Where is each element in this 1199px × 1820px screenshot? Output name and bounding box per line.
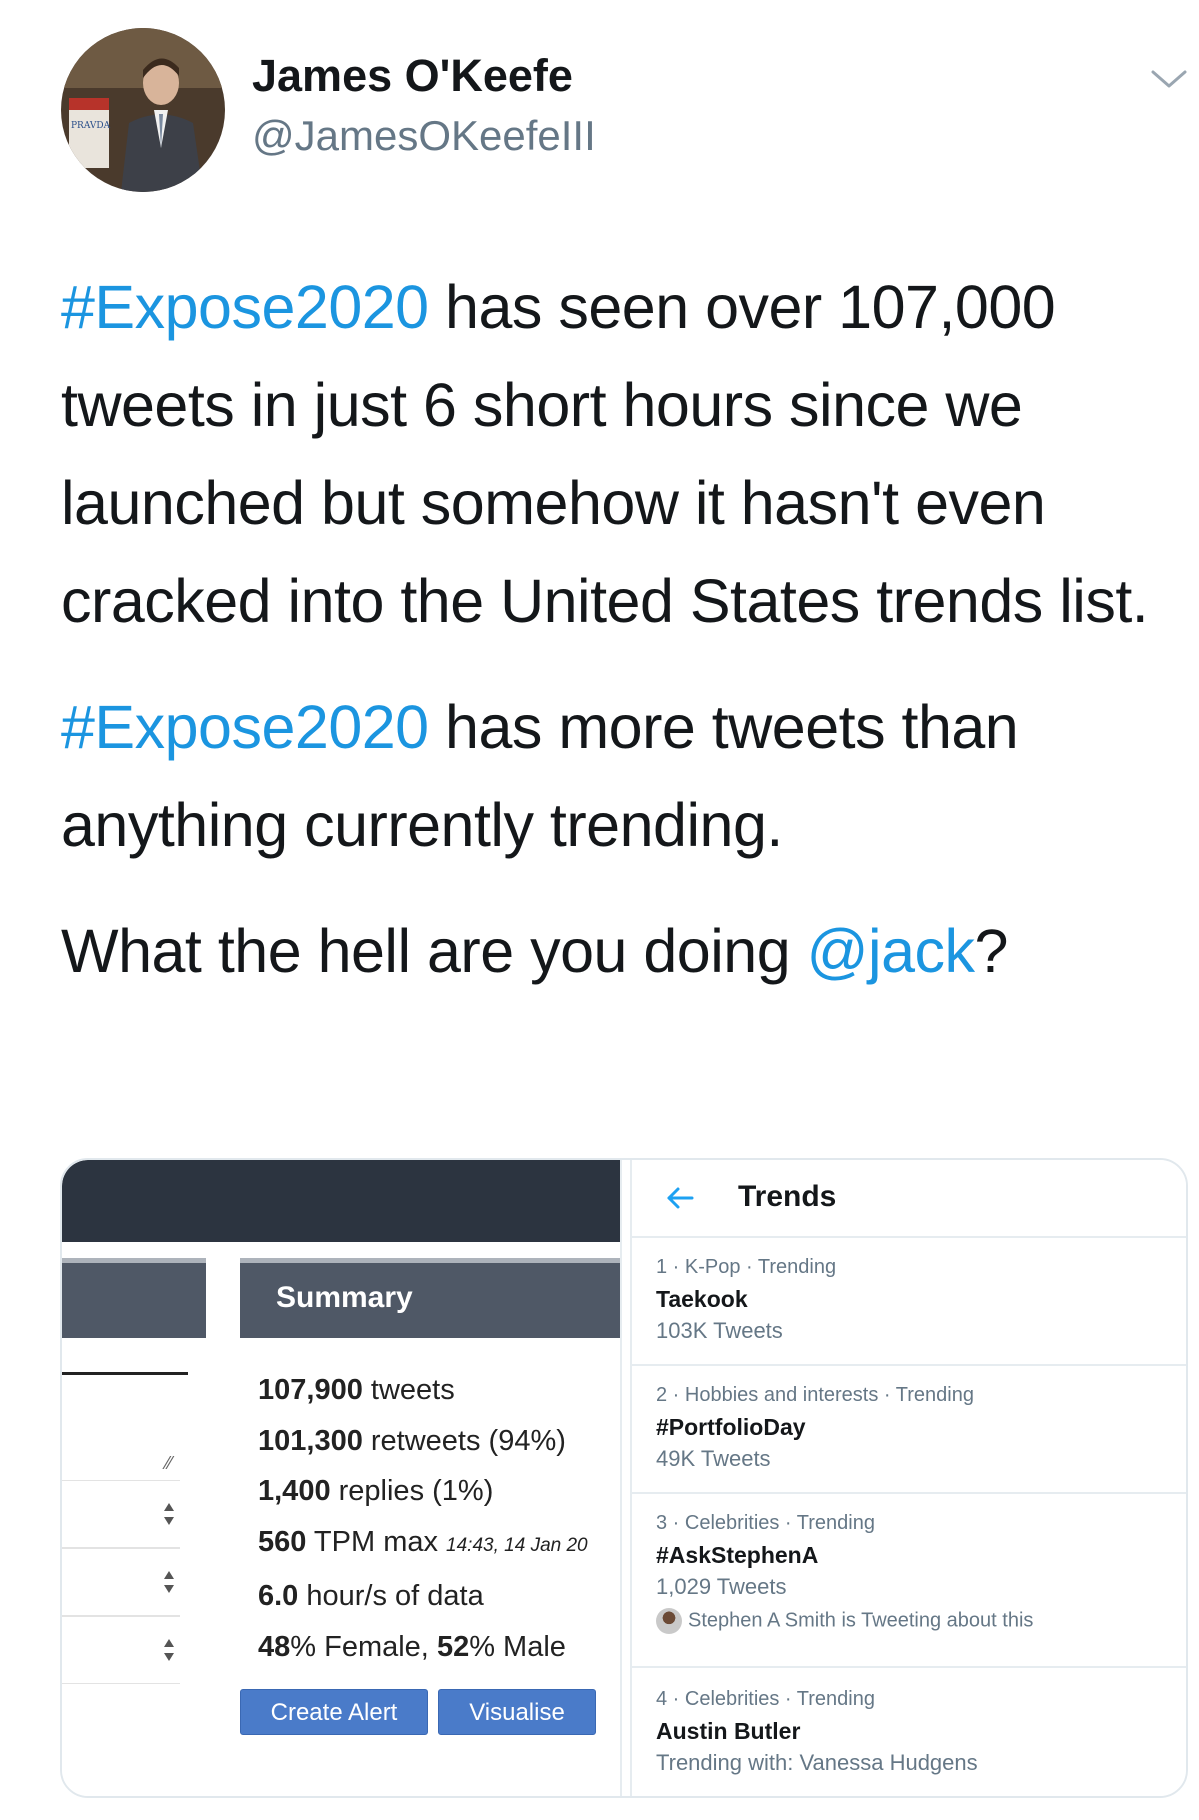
tweet-paragraph-suffix: ? <box>974 917 1009 985</box>
trend-meta: 1 · K-Pop · Trending <box>656 1256 837 1278</box>
summary-stats: 107,900 tweets 101,300 retweets (94%) 1,… <box>258 1365 588 1672</box>
stat-tpm-time: 14:43, 14 Jan 20 <box>446 1534 588 1556</box>
tweet-paragraph: What the hell are you doing @jack? <box>61 902 1186 1000</box>
select-field[interactable] <box>62 1548 180 1616</box>
trend-item[interactable]: 1 · K-Pop · Trending Taekook 103K Tweets <box>632 1238 1186 1366</box>
sort-arrows-icon <box>164 1639 174 1661</box>
hashtag-link[interactable]: #Expose2020 <box>61 273 429 341</box>
trend-item[interactable]: 3 · Celebrities · Trending #AskStephenA … <box>632 1494 1186 1668</box>
sort-arrows-icon <box>164 1571 174 1593</box>
trend-count: 49K Tweets <box>656 1446 771 1471</box>
stat-retweets: 101,300 retweets (94%) <box>258 1424 566 1457</box>
analytics-panel: Summary ⁄⁄ 107,900 tweets 101,300 retwee… <box>62 1160 620 1796</box>
trend-name: Taekook <box>656 1286 748 1312</box>
trend-meta: 4 · Celebrities · Trending <box>656 1688 875 1710</box>
sort-arrows-icon <box>164 1503 174 1525</box>
tweet-paragraph: #Expose2020 has seen over 107,000 tweets… <box>61 258 1186 650</box>
trend-name: #PortfolioDay <box>656 1414 806 1440</box>
stat-tpm: 560 TPM max 14:43, 14 Jan 20 <box>258 1525 588 1558</box>
avatar-sign-text: PRAVDA <box>71 121 111 131</box>
trend-item[interactable]: 4 · Celebrities · Trending Austin Butler… <box>632 1668 1186 1796</box>
author-handle[interactable]: @JamesOKeefeIII <box>252 112 596 160</box>
tweet-paragraph-text: What the hell are you doing <box>61 917 807 985</box>
trend-name: #AskStephenA <box>656 1542 819 1568</box>
trend-count: Trending with: Vanessa Hudgens <box>656 1750 978 1775</box>
trends-title: Trends <box>738 1180 837 1213</box>
stat-tweets: 107,900 tweets <box>258 1374 455 1406</box>
trend-count: 1,029 Tweets <box>656 1574 787 1599</box>
chevron-down-icon[interactable] <box>1147 64 1191 94</box>
trend-meta: 2 · Hobbies and interests · Trending <box>656 1384 974 1406</box>
author-name[interactable]: James O'Keefe <box>252 50 573 102</box>
stat-replies: 1,400 replies (1%) <box>258 1475 494 1507</box>
trend-count: 103K Tweets <box>656 1318 783 1343</box>
summary-title: Summary <box>276 1281 413 1314</box>
trend-meta: 3 · Celebrities · Trending <box>656 1512 875 1534</box>
divider-line <box>62 1372 188 1375</box>
trend-item[interactable]: 2 · Hobbies and interests · Trending #Po… <box>632 1366 1186 1494</box>
attached-image[interactable]: Summary ⁄⁄ 107,900 tweets 101,300 retwee… <box>60 1158 1188 1798</box>
trend-name: Austin Butler <box>656 1718 801 1744</box>
visualise-button[interactable]: Visualise <box>438 1689 596 1735</box>
user-avatar <box>656 1608 682 1634</box>
trends-panel: Trends 1 · K-Pop · Trending Taekook 103K… <box>632 1160 1186 1796</box>
select-field[interactable] <box>62 1480 180 1548</box>
tweet-paragraph: #Expose2020 has more tweets than anythin… <box>61 678 1186 874</box>
stat-hours: 6.0 hour/s of data <box>258 1580 484 1612</box>
select-field[interactable] <box>62 1616 180 1684</box>
mention-link[interactable]: @jack <box>807 917 975 985</box>
create-alert-button[interactable]: Create Alert <box>240 1689 428 1735</box>
stat-gender: 48% Female, 52% Male <box>258 1630 566 1663</box>
author-avatar[interactable]: PRAVDA <box>61 28 225 192</box>
analytics-side-tab <box>62 1258 206 1338</box>
trend-note-text: Stephen A Smith is Tweeting about this <box>688 1609 1034 1632</box>
trends-header: Trends <box>632 1160 1186 1238</box>
trend-note: Stephen A Smith is Tweeting about this <box>656 1608 1033 1634</box>
summary-header: Summary <box>240 1258 620 1338</box>
tweet-text: #Expose2020 has seen over 107,000 tweets… <box>61 258 1186 1000</box>
arrow-left-icon[interactable] <box>665 1184 695 1212</box>
hashtag-link[interactable]: #Expose2020 <box>61 693 429 761</box>
panel-divider <box>620 1160 632 1796</box>
resize-handle-icon: ⁄⁄ <box>166 1453 173 1473</box>
analytics-topbar <box>62 1160 620 1242</box>
